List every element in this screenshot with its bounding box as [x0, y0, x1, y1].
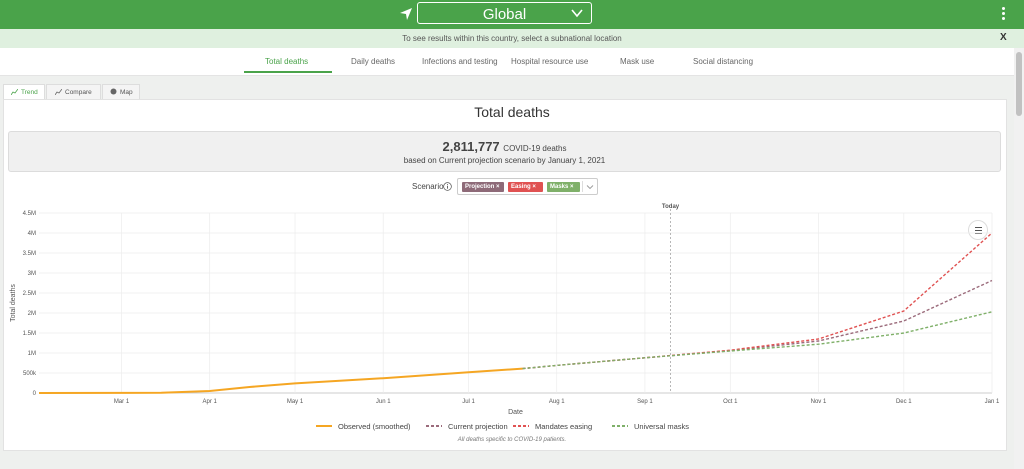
- legend-label: Universal masks: [634, 422, 689, 431]
- y-tick-label: 2M: [28, 311, 36, 317]
- x-tick-label: May 1: [287, 399, 304, 405]
- x-tick-label: Oct 1: [723, 399, 738, 405]
- y-tick-label: 4M: [28, 231, 36, 237]
- x-tick-label: Nov 1: [811, 399, 827, 405]
- x-tick-label: Jun 1: [376, 399, 391, 405]
- x-tick-label: Jan 1: [985, 399, 1000, 405]
- x-axis-title: Date: [508, 409, 523, 416]
- legend-label: Current projection: [448, 422, 508, 431]
- legend-label: Mandates easing: [535, 422, 592, 431]
- x-tick-label: Mar 1: [114, 399, 130, 405]
- y-tick-label: 2.5M: [23, 291, 36, 297]
- series-line-observed-smoothed-: [38, 367, 523, 394]
- chart-footnote: All deaths specific to COVID-19 patients…: [457, 437, 567, 443]
- x-tick-label: Dec 1: [896, 399, 912, 405]
- y-tick-label: 3.5M: [23, 251, 36, 257]
- y-tick-label: 1.5M: [23, 331, 36, 337]
- today-label: Today: [662, 204, 680, 210]
- series-line-universal-masks: [522, 311, 993, 370]
- y-tick-label: 1M: [28, 351, 36, 357]
- y-axis-title: Total deaths: [10, 284, 17, 322]
- y-tick-label: 4.5M: [23, 211, 36, 217]
- x-tick-label: Jul 1: [462, 399, 475, 405]
- x-tick-label: Aug 1: [549, 399, 565, 405]
- y-tick-label: 3M: [28, 271, 36, 277]
- total-deaths-chart: 0 500k 1M 1.5M 2M 2.5M 3M 3.5M 4M 4.5M Mar 1 Apr 1 M…: [10, 204, 1000, 431]
- series-line-current-projection: [522, 279, 993, 370]
- legend-label: Observed (smoothed): [338, 422, 411, 431]
- y-tick-label: 0: [33, 391, 37, 397]
- y-tick-label: 500k: [23, 371, 37, 377]
- x-tick-label: Apr 1: [203, 399, 218, 405]
- x-tick-label: Sep 1: [637, 399, 653, 405]
